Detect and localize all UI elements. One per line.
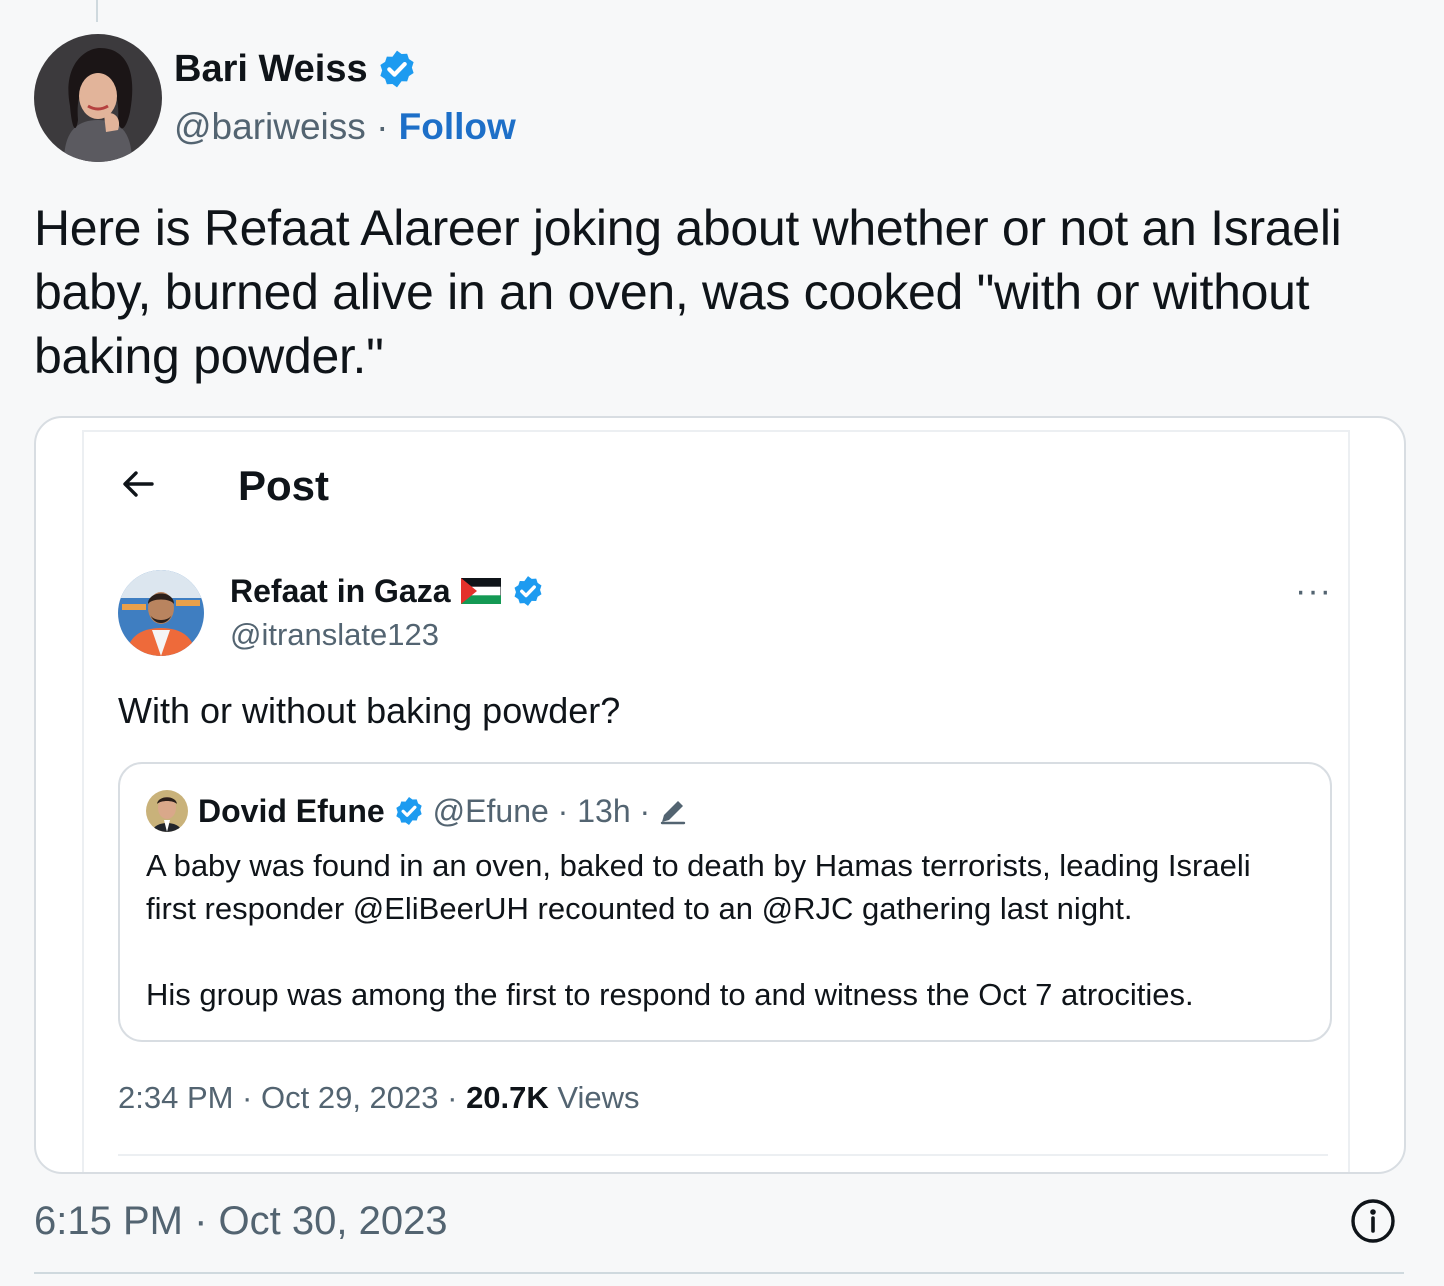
embedded-post-screenshot[interactable]: Post Refaat in Gaza @itranslate123 ··· W…: [34, 416, 1406, 1174]
divider: [118, 1154, 1328, 1156]
avatar: [118, 570, 204, 656]
avatar: [146, 790, 188, 832]
tweet-text: Here is Refaat Alareer joking about whet…: [34, 200, 1342, 384]
embedded-post-meta: 2:34 PM · Oct 29, 2023 · 20.7K Views: [118, 1078, 640, 1118]
more-dots-icon: ···: [1295, 572, 1332, 610]
page-title: Post: [238, 462, 330, 509]
palestine-flag-icon: [460, 578, 501, 604]
quoted-text-paragraph: A baby was found in an oven, baked to de…: [146, 848, 1251, 926]
quoted-post: Dovid Efune @Efune · 13h · A baby was fo…: [118, 762, 1332, 1042]
avatar[interactable]: [34, 34, 162, 162]
author-handle[interactable]: @bariweiss: [174, 106, 366, 147]
quoted-handle-time: @Efune · 13h ·: [432, 793, 651, 829]
embedded-post-text: With or without baking powder?: [118, 690, 621, 731]
arrow-left-icon: [123, 471, 154, 497]
divider: [34, 1272, 1404, 1274]
embedded-author-handle: @itranslate123: [230, 617, 439, 652]
quoted-author-name: Dovid Efune: [198, 793, 385, 829]
tweet-timestamp[interactable]: 6:15 PM · Oct 30, 2023: [34, 1196, 448, 1246]
quoted-text-paragraph: His group was among the first to respond…: [146, 977, 1194, 1012]
handle-separator: ·: [376, 106, 389, 147]
pencil-icon: [660, 801, 686, 825]
embedded-post-timestamp: 2:34 PM · Oct 29, 2023 ·: [118, 1080, 467, 1115]
verified-badge-icon: [396, 797, 422, 825]
views-count: 20.7K: [466, 1080, 549, 1115]
author-name[interactable]: Bari Weiss: [174, 46, 368, 92]
embedded-author-name: Refaat in Gaza: [230, 573, 451, 609]
views-label: Views: [548, 1080, 640, 1115]
verified-badge-icon: [514, 576, 541, 606]
thread-line: [96, 0, 98, 22]
info-icon[interactable]: [1350, 1198, 1396, 1244]
tweet-author: Bari Weiss @bariweiss · Follow: [34, 34, 516, 162]
follow-button[interactable]: Follow: [399, 106, 516, 147]
embedded-author: Refaat in Gaza @itranslate123: [118, 570, 545, 656]
verified-badge-icon: [380, 50, 414, 88]
